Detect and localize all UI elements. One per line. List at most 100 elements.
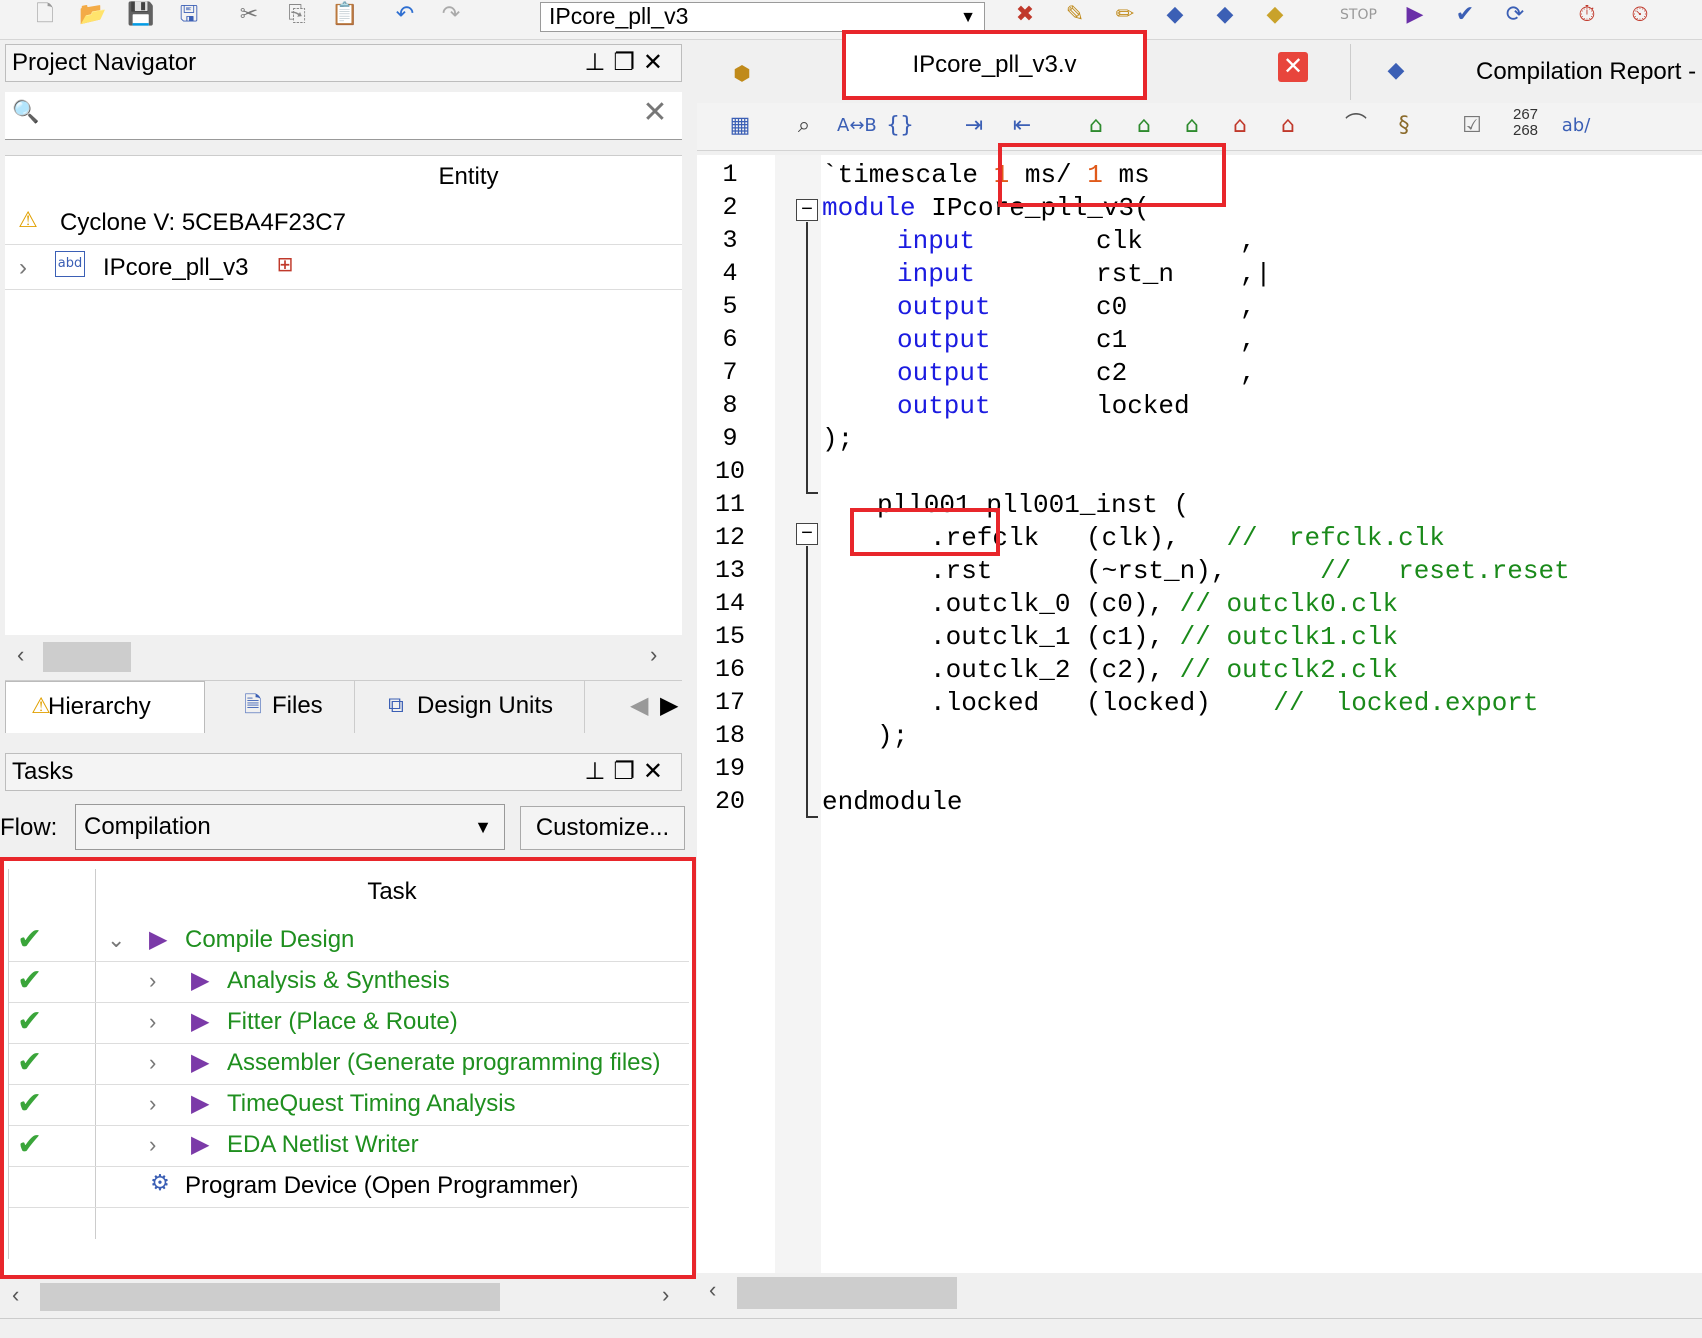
scroll-right-icon[interactable]: › [662, 1282, 669, 1308]
navigator-horizontal-scrollbar[interactable]: ‹ › [5, 640, 682, 674]
tab-hierarchy-label: Hierarchy [48, 693, 151, 720]
project-navigator-header: Project Navigator ⊥❐✕ [5, 44, 682, 82]
scroll-thumb[interactable] [43, 642, 131, 672]
synthesis-icon[interactable]: ◆ [1210, 0, 1240, 30]
tab-hierarchy[interactable]: ⚠ Hierarchy [5, 681, 205, 733]
fitter-icon[interactable]: ◆ [1260, 0, 1290, 30]
clear-bookmarks-icon[interactable]: ⌂ [1273, 111, 1303, 141]
settings-icon[interactable]: ✏ [1110, 0, 1140, 30]
scroll-left-icon[interactable]: ‹ [17, 642, 24, 668]
tab-compilation-report[interactable]: ◆ Compilation Report - I [1350, 44, 1702, 141]
expand-chevron-icon[interactable]: › [149, 1122, 156, 1167]
new-file-icon[interactable]: 🗋 [30, 0, 60, 30]
timing-icon[interactable]: ⏱ [1572, 0, 1602, 30]
paste-icon[interactable]: 📋 [330, 0, 360, 30]
undo-icon[interactable]: ↶ [390, 0, 420, 30]
close-tab-icon[interactable]: ✕ [1278, 52, 1308, 82]
start-compilation-icon[interactable]: ▶ [1400, 0, 1430, 30]
next-bookmark-icon[interactable]: ⌂ [1129, 111, 1159, 141]
entity-column-header[interactable]: Entity [5, 155, 682, 197]
task-row-timequest[interactable]: ✔ › ▶ TimeQuest Timing Analysis [9, 1081, 689, 1126]
insert-template-icon[interactable]: ▦ [725, 111, 755, 141]
expand-chevron-icon[interactable]: › [149, 958, 156, 1003]
editor-horizontal-scrollbar[interactable]: ‹ [697, 1273, 1702, 1313]
run-task-icon[interactable]: ▶ [191, 1122, 209, 1167]
remove-bookmark-icon[interactable]: ⌂ [1225, 111, 1255, 141]
run-task-icon[interactable]: ▶ [191, 1081, 209, 1126]
run-task-icon[interactable]: ▶ [191, 958, 209, 1003]
expand-chevron-icon[interactable]: › [19, 245, 27, 290]
outdent-icon[interactable]: ⇤ [1007, 111, 1037, 141]
indent-icon[interactable]: ⇥ [959, 111, 989, 141]
expand-chevron-icon[interactable]: › [149, 1081, 156, 1126]
panel-controls[interactable]: ⊥❐✕ [584, 754, 671, 790]
save-icon[interactable]: 💾 [126, 0, 156, 30]
task-row-assembler[interactable]: ✔ › ▶ Assembler (Generate programming fi… [9, 1040, 689, 1085]
scroll-thumb[interactable] [40, 1283, 500, 1311]
line-counter-bottom: 268 [1513, 122, 1539, 139]
panel-controls[interactable]: ⊥❐✕ [584, 45, 671, 81]
cut-icon[interactable]: ✂ [234, 0, 264, 30]
open-folder-icon[interactable]: 📂 [78, 0, 108, 30]
scroll-right-icon[interactable]: › [650, 642, 657, 668]
expand-chevron-icon[interactable]: › [149, 999, 156, 1044]
find-icon[interactable]: ⌕ [789, 111, 819, 141]
compile-check-icon[interactable]: ✔ [1450, 0, 1480, 30]
scroll-icon[interactable]: § [1389, 111, 1419, 141]
tab-design-units[interactable]: ⧉ Design Units [375, 681, 585, 733]
pin-planner-icon[interactable]: ✎ [1060, 0, 1090, 30]
prev-bookmark-icon[interactable]: ⌂ [1177, 111, 1207, 141]
attach-icon[interactable]: ⌒ [1341, 111, 1371, 141]
run-task-icon[interactable]: ▶ [149, 917, 167, 962]
fold-gutter [775, 155, 821, 1273]
replace-icon[interactable]: A↔B [837, 111, 877, 141]
project-select[interactable]: IPcore_pll_v3 ▼ [540, 2, 985, 32]
expand-chevron-icon[interactable]: › [149, 1040, 156, 1085]
flow-row: Flow: Compilation ▼ Customize... [0, 802, 690, 854]
analysis-icon[interactable]: ◆ [1160, 0, 1190, 30]
netlist-icon[interactable]: ⟳ [1500, 0, 1530, 30]
fold-toggle-icon[interactable]: − [796, 523, 818, 545]
stop-icon[interactable]: STOP [1340, 0, 1377, 30]
save-all-icon[interactable]: 🖫 [174, 0, 204, 30]
flow-select[interactable]: Compilation ▼ [75, 804, 505, 850]
collapse-chevron-icon[interactable]: ⌄ [107, 917, 125, 962]
scroll-thumb[interactable] [737, 1277, 957, 1309]
scroll-left-icon[interactable]: ‹ [709, 1277, 716, 1303]
clear-search-icon[interactable]: ✕ [640, 98, 670, 128]
task-row-eda-netlist[interactable]: ✔ › ▶ EDA Netlist Writer [9, 1122, 689, 1167]
chip-planner-icon[interactable]: ✖ [1010, 0, 1040, 30]
tab-files[interactable]: 🗎 Files [230, 681, 355, 733]
top-entity-row[interactable]: › abd IPcore_pll_v3 ⊞ [5, 245, 682, 290]
code-line-8-name: locked [1096, 391, 1190, 421]
task-row-analysis-synthesis[interactable]: ✔ › ▶ Analysis & Synthesis [9, 958, 689, 1003]
task-label: Assembler (Generate programming files) [227, 1049, 661, 1076]
code-line-12: .refclk (clk), // refclk.clk [930, 523, 1445, 553]
run-task-icon[interactable]: ▶ [191, 999, 209, 1044]
wrap-icon[interactable]: ab/ [1561, 111, 1591, 141]
file-icon: 🗎 [244, 693, 262, 718]
copy-icon[interactable]: ⎘ [282, 0, 312, 30]
task-row-fitter[interactable]: ✔ › ▶ Fitter (Place & Route) [9, 999, 689, 1044]
tab-scroll-right-icon[interactable]: ▶ [660, 691, 678, 720]
task-row-compile-design[interactable]: ✔ ⌄ ▶ Compile Design [9, 917, 689, 962]
scroll-left-icon[interactable]: ‹ [12, 1282, 19, 1308]
navigator-search[interactable]: 🔍 ✕ [5, 92, 682, 140]
redo-icon[interactable]: ↷ [436, 0, 466, 30]
brace-icon[interactable]: {} [885, 111, 915, 141]
programmer-icon[interactable]: ⏲ [1625, 0, 1655, 30]
line-number: 19 [714, 754, 745, 783]
fold-toggle-icon[interactable]: − [796, 199, 818, 221]
tab-ipcore-file[interactable]: IPcore_pll_v3.v [842, 30, 1147, 100]
task-column-header[interactable]: Task [95, 869, 689, 914]
run-task-icon[interactable]: ▶ [191, 1040, 209, 1085]
timescale-highlight [998, 143, 1226, 207]
task-row-program-device[interactable]: ⚙ Program Device (Open Programmer) [9, 1163, 689, 1208]
device-row[interactable]: ⚠ Cyclone V: 5CEBA4F23C7 [5, 200, 682, 245]
bookmark-icon[interactable]: ⌂ [1081, 111, 1111, 141]
code-line-15: .outclk_1 (c1), // outclk1.clk [930, 622, 1399, 652]
check-icon[interactable]: ☑ [1457, 111, 1487, 141]
customize-button[interactable]: Customize... [520, 806, 685, 850]
tab-scroll-left-icon[interactable]: ◀ [630, 691, 648, 720]
tasks-horizontal-scrollbar[interactable]: ‹ › [0, 1280, 690, 1314]
